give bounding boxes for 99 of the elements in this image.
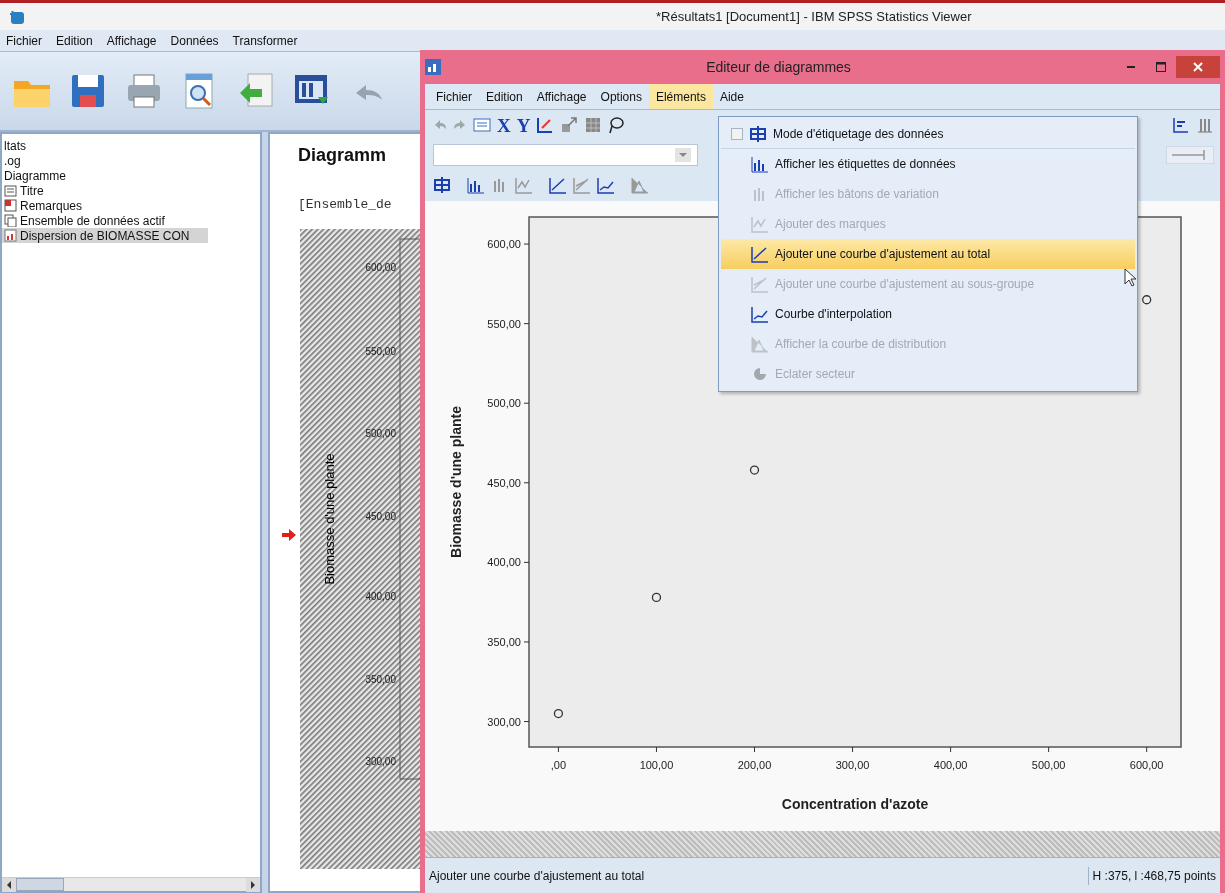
outline-item[interactable]: Remarques [2, 198, 208, 213]
chart-icon [425, 59, 441, 75]
data-point [749, 465, 760, 475]
tick-label: 600,00 [487, 238, 521, 251]
subgroup-fit-line-icon[interactable] [573, 176, 591, 194]
tick-label: 350,00 [487, 635, 521, 648]
menu-item[interactable]: Fichier [429, 84, 479, 109]
column-chart-icon[interactable] [1196, 116, 1214, 134]
subgroup-fit-line-icon [751, 275, 769, 293]
outline-item[interactable]: Titre [2, 183, 208, 198]
checkbox[interactable] [731, 127, 743, 140]
menu-item[interactable]: Edition [479, 84, 530, 109]
tick-label: 300,00 [835, 759, 870, 771]
outline-item[interactable]: .og [2, 153, 208, 168]
axis-title: Concentration d'azote [781, 796, 929, 812]
window-title: Editeur de diagrammes [705, 57, 852, 77]
fit-line-icon [751, 245, 769, 263]
scroll-right-icon[interactable] [246, 878, 260, 892]
data-label-mode-icon[interactable] [433, 176, 451, 194]
tick-label: 200,00 [737, 759, 772, 771]
tick-label: ,00 [550, 759, 567, 771]
outline-item[interactable]: Diagramme [2, 168, 208, 183]
outline-item[interactable]: Dispersion de BIOMASSE CON [2, 228, 208, 243]
tick-label: 500,00 [365, 427, 396, 439]
document-icon [4, 184, 17, 197]
scroll-left-icon[interactable] [2, 878, 16, 892]
menu-item[interactable]: Affichage [529, 84, 594, 109]
menu-item[interactable]: Transformer [232, 31, 298, 50]
fit-line-icon[interactable] [549, 176, 567, 194]
minimize-icon [1127, 66, 1135, 68]
chart-select-icon[interactable] [536, 116, 555, 134]
tick-label: 350,00 [365, 673, 396, 685]
menu-item[interactable]: Ajouter une courbe d'ajustement au total [721, 239, 1135, 269]
window-title: *Résultats1 [Document1] - IBM SPSS Statistics Viewer [656, 7, 972, 26]
data-labels-icon [751, 155, 769, 173]
status-size: H :375, l :468,75 points [1087, 866, 1220, 885]
axis-button[interactable]: Y [516, 115, 531, 135]
close-button[interactable] [1176, 56, 1220, 78]
undo-icon[interactable] [433, 118, 447, 132]
menu-item[interactable]: Aide [712, 84, 751, 109]
tick-label: 550,00 [487, 317, 521, 330]
tick-label: 300,00 [365, 755, 396, 767]
status-text: Ajouter une courbe d'ajustement au total [428, 867, 646, 885]
distribution-curve-icon[interactable] [631, 176, 649, 194]
line-style-icon[interactable] [1166, 146, 1214, 164]
interpolation-line-icon[interactable] [597, 176, 615, 194]
tick-label: 550,00 [365, 345, 396, 357]
axis-title: Biomasse d'une plante [448, 406, 464, 558]
distribution-curve-icon [751, 335, 769, 353]
document-icon [4, 229, 17, 242]
outline-item[interactable]: ltats [2, 138, 208, 153]
scrollbar-thumb[interactable] [16, 878, 64, 891]
menu-item[interactable]: Fichier [6, 31, 42, 50]
menu-item[interactable]: Options [593, 84, 649, 109]
close-icon [1192, 61, 1204, 73]
menu-item[interactable]: Eléments [648, 84, 713, 109]
resize-icon[interactable] [560, 116, 579, 134]
menu-item[interactable]: Données [170, 31, 219, 50]
axis-title: Biomasse d'une plante [322, 452, 337, 585]
tick-label: 500,00 [487, 397, 521, 410]
tick-label: 500,00 [1031, 759, 1066, 771]
data-labels-icon[interactable] [467, 176, 485, 194]
menu-item[interactable]: Affichage [106, 31, 157, 50]
axis-button[interactable]: X [497, 115, 511, 135]
markers-icon [751, 215, 769, 233]
dataset-label: [Ensemble_de [298, 196, 392, 214]
document-icon [4, 214, 17, 227]
data-point [553, 708, 564, 719]
grid-icon[interactable] [584, 116, 603, 134]
menu-item[interactable]: Courbe d'interpolation [721, 299, 1135, 329]
outline-item[interactable]: Ensemble de données actif [2, 213, 208, 228]
redo-icon[interactable] [453, 118, 467, 132]
pie-icon [751, 365, 769, 383]
heading: Diagramm [298, 144, 387, 167]
bar-chart-icon[interactable] [1172, 116, 1190, 134]
tick-label: 100,00 [639, 759, 674, 771]
markers-icon[interactable] [515, 176, 533, 194]
tick-label: 400,00 [365, 590, 396, 602]
menu-item[interactable]: Edition [56, 31, 93, 50]
maximize-icon [1155, 61, 1167, 73]
menu-item[interactable]: Afficher les étiquettes de données [721, 149, 1135, 179]
data-point [1142, 295, 1152, 305]
lasso-icon[interactable] [608, 116, 625, 134]
interpolation-line-icon [751, 305, 769, 323]
menu-item[interactable]: Mode d'étiquetage des données [721, 119, 1135, 149]
style-dropdown[interactable] [433, 144, 698, 166]
properties-icon[interactable] [473, 117, 491, 133]
tick-label: 600,00 [365, 261, 396, 273]
tick-label: 400,00 [487, 556, 521, 569]
mouse-cursor-icon [1124, 268, 1138, 288]
tick-label: 450,00 [487, 476, 521, 489]
tick-label: 400,00 [933, 759, 968, 771]
document-icon [4, 199, 17, 212]
data-point [651, 592, 662, 603]
tick-label: 600,00 [1129, 759, 1164, 771]
arrow-icon [282, 528, 296, 541]
tick-label: 450,00 [365, 510, 396, 522]
data-label-mode-icon [749, 124, 767, 143]
tick-label: 300,00 [487, 715, 521, 728]
